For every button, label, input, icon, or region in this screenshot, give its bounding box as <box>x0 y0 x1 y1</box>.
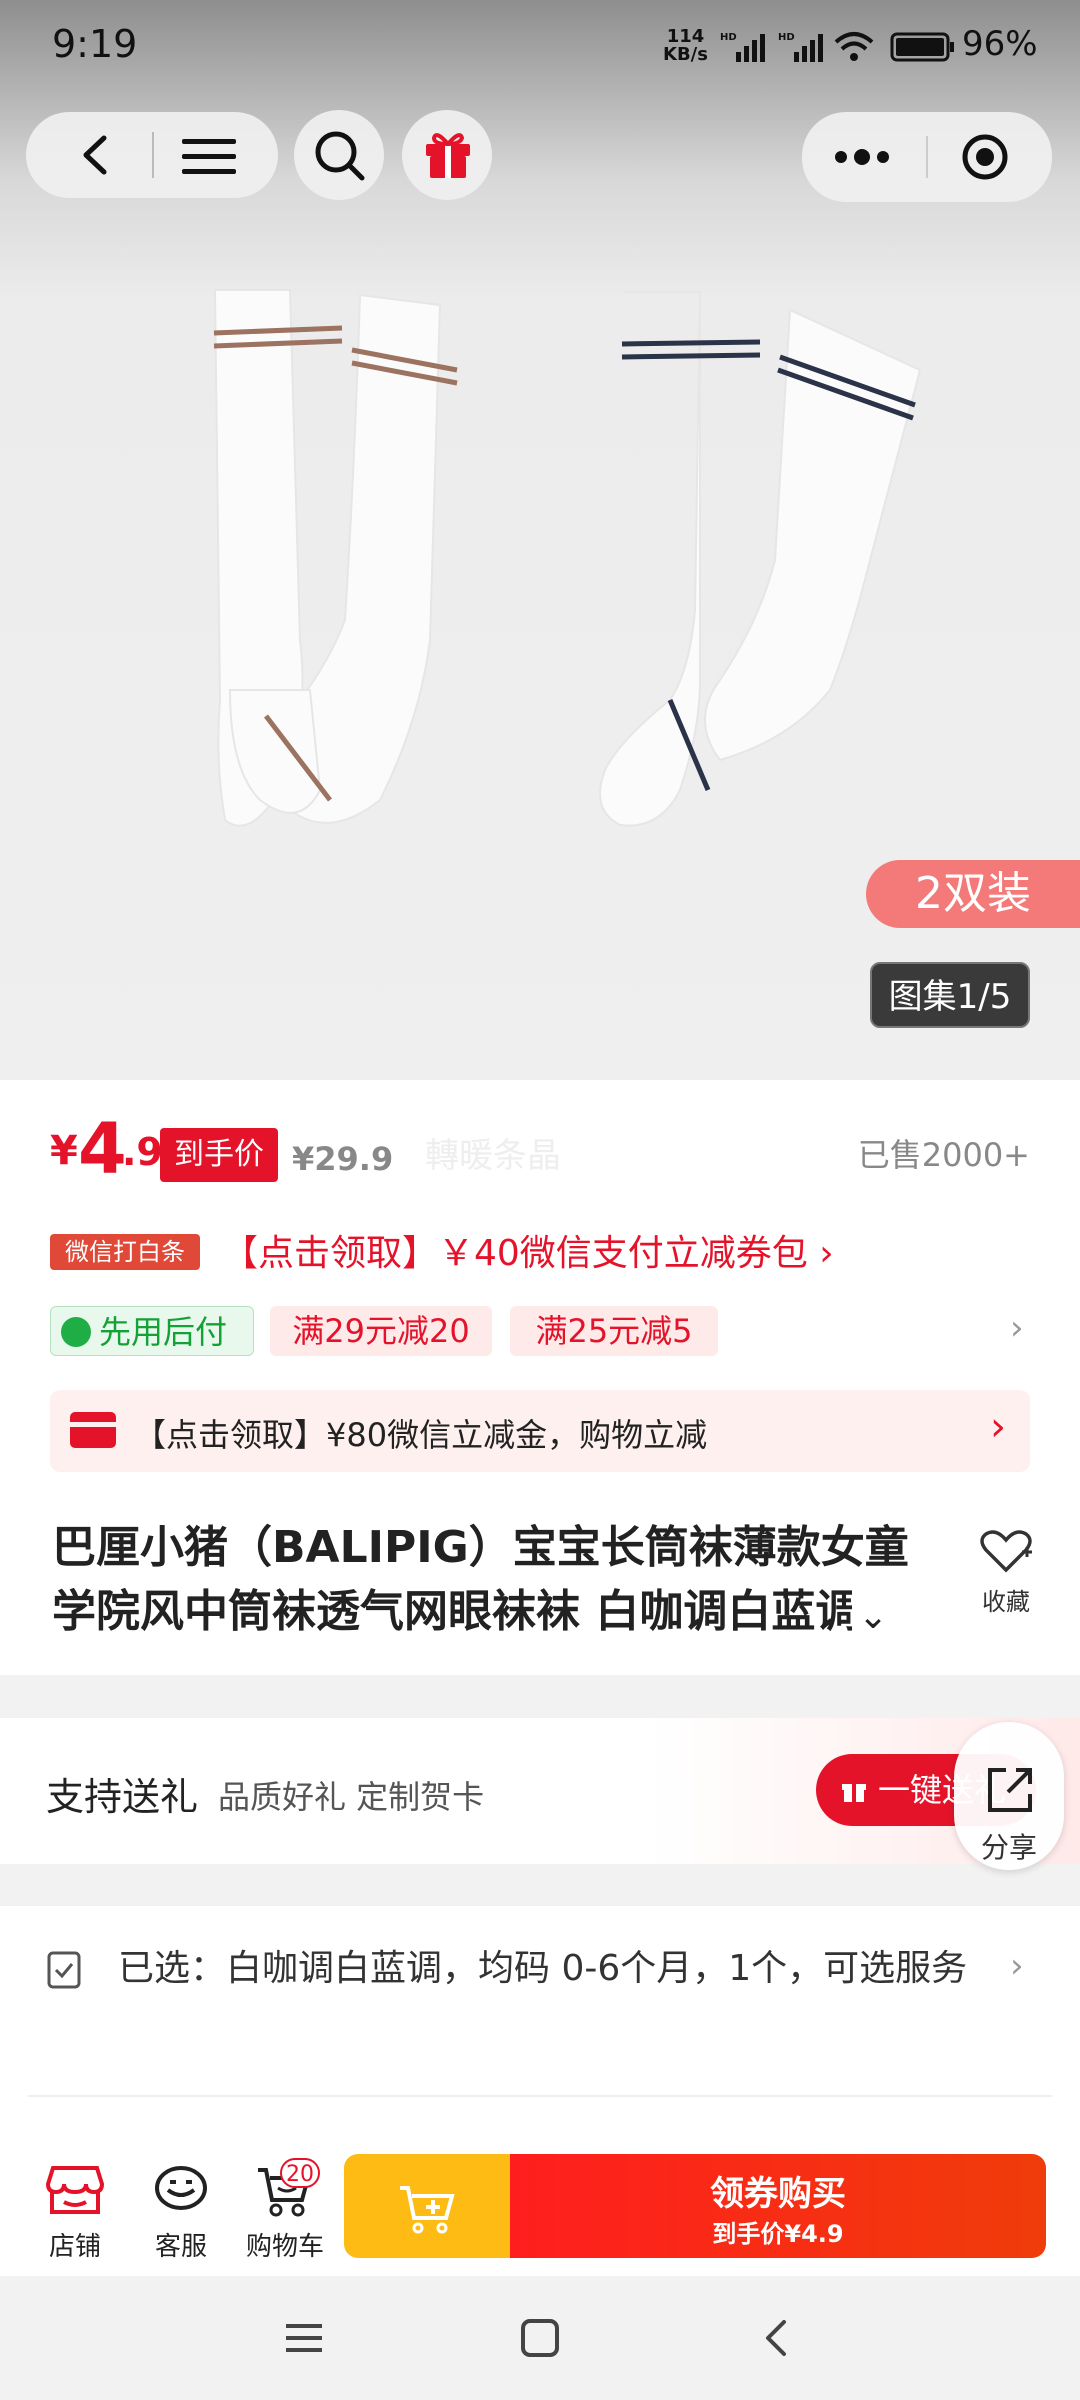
back-nav-icon[interactable] <box>758 2318 794 2358</box>
wechat-credit-tag: 微信打白条 <box>50 1234 200 1270</box>
price-decimal: .9 <box>122 1130 163 1174</box>
pack-badge: 2双装 <box>866 860 1080 928</box>
menu-icon[interactable] <box>180 136 238 176</box>
home-icon[interactable] <box>520 2318 560 2358</box>
gift-button[interactable] <box>402 110 492 200</box>
gallery-index[interactable]: 图集1/5 <box>870 962 1030 1028</box>
pay-later-badge[interactable]: 先用后付 <box>50 1306 254 1356</box>
chevron-right-icon[interactable]: › <box>1010 1946 1024 1986</box>
gift-icon <box>842 1784 866 1802</box>
recents-icon[interactable] <box>284 2320 324 2356</box>
network-speed: 114 KB/s <box>663 26 708 65</box>
card-icon <box>70 1412 116 1448</box>
svg-text:HD: HD <box>778 32 795 43</box>
pay-later-label: 先用后付 <box>99 1313 228 1351</box>
capsule-menu <box>802 112 1052 202</box>
share-label: 分享 <box>980 1831 1037 1864</box>
checklist-icon <box>47 1951 81 1989</box>
original-price: ¥29.9 <box>292 1140 394 1178</box>
divider <box>28 2095 1052 2097</box>
close-miniprogram-icon[interactable] <box>960 132 1010 182</box>
customer-service-icon <box>155 2166 207 2210</box>
buy-with-coupon-button[interactable]: 领券购买 到手价¥4.9 <box>510 2154 1046 2258</box>
share-icon <box>988 1768 1032 1812</box>
wifi-icon <box>834 32 874 61</box>
service-label: 客服 <box>154 2232 207 2262</box>
cart-plus-icon <box>400 2186 455 2234</box>
product-title: 巴厘小猪（BALIPIG）宝宝长筒袜薄款女童 学院风中筒袜透气网眼袜袜 白咖调白… <box>52 1522 909 1637</box>
svg-text:HD: HD <box>720 32 737 43</box>
status-time: 9:19 <box>52 22 138 66</box>
divider <box>152 132 154 178</box>
cart-count-badge: 20 <box>280 2158 320 2188</box>
pay-later-icon <box>61 1317 91 1347</box>
battery-icon <box>890 32 954 62</box>
signal-icon: HD HD <box>720 32 823 62</box>
store-icon <box>45 2166 105 2214</box>
more-icon[interactable] <box>832 146 892 168</box>
gift-subtitle: 品质好礼 定制贺卡 <box>218 1778 485 1816</box>
store-tab[interactable]: 店铺 <box>30 2158 120 2262</box>
watermark-text: 轉暖条晶 <box>425 1136 561 1176</box>
nav-pill <box>26 112 278 198</box>
cart-label: 购物车 <box>245 2232 324 2262</box>
store-label: 店铺 <box>48 2232 101 2262</box>
chevron-down-icon[interactable]: ⌄ <box>858 1596 888 1637</box>
product-image-gallery[interactable]: 9:19 114 KB/s HD HD 96% 2双装 图集1/5 <box>0 0 1080 1080</box>
heart-plus-icon <box>980 1530 1032 1573</box>
search-button[interactable] <box>294 110 384 200</box>
price-integer: 4 <box>78 1108 127 1190</box>
final-price-tag: 到手价 <box>160 1128 278 1182</box>
buy-sublabel: 到手价¥4.9 <box>712 2220 844 2248</box>
chevron-right-icon[interactable]: › <box>1010 1308 1024 1348</box>
wechat-cashback-banner[interactable]: 【点击领取】¥80微信立减金，购物立减 › <box>50 1390 1030 1472</box>
gift-icon <box>426 133 470 178</box>
back-icon[interactable] <box>76 134 116 176</box>
buy-label: 领券购买 <box>710 2174 846 2214</box>
gift-title: 支持送礼 <box>46 1775 199 1819</box>
coupon-chip[interactable]: 满29元减20 <box>270 1306 492 1356</box>
add-to-cart-button[interactable] <box>344 2154 510 2258</box>
status-bar: 9:19 114 KB/s HD HD 96% <box>0 0 1080 90</box>
chevron-right-icon: › <box>990 1404 1006 1450</box>
service-tab[interactable]: 客服 <box>136 2158 226 2262</box>
selected-options: 已选：白咖调白蓝调，均码 0-6个月，1个，可选服务 <box>118 1948 968 1989</box>
banner-text: 【点击领取】¥80微信立减金，购物立减 <box>134 1416 708 1454</box>
sold-count: 已售2000+ <box>857 1136 1030 1174</box>
wechat-coupon-link[interactable]: 【点击领取】￥40微信支付立减券包 › <box>222 1224 834 1276</box>
battery-percent: 96% <box>962 24 1038 64</box>
search-icon <box>315 131 365 181</box>
coupon-chip[interactable]: 满25元减5 <box>510 1306 718 1356</box>
share-button[interactable]: 分享 <box>954 1722 1064 1870</box>
favorite-button[interactable]: 收藏 <box>972 1530 1040 1617</box>
price-currency: ¥ <box>50 1128 78 1174</box>
system-nav-bar <box>0 2276 1080 2400</box>
divider <box>926 136 928 178</box>
favorite-label: 收藏 <box>982 1588 1030 1616</box>
